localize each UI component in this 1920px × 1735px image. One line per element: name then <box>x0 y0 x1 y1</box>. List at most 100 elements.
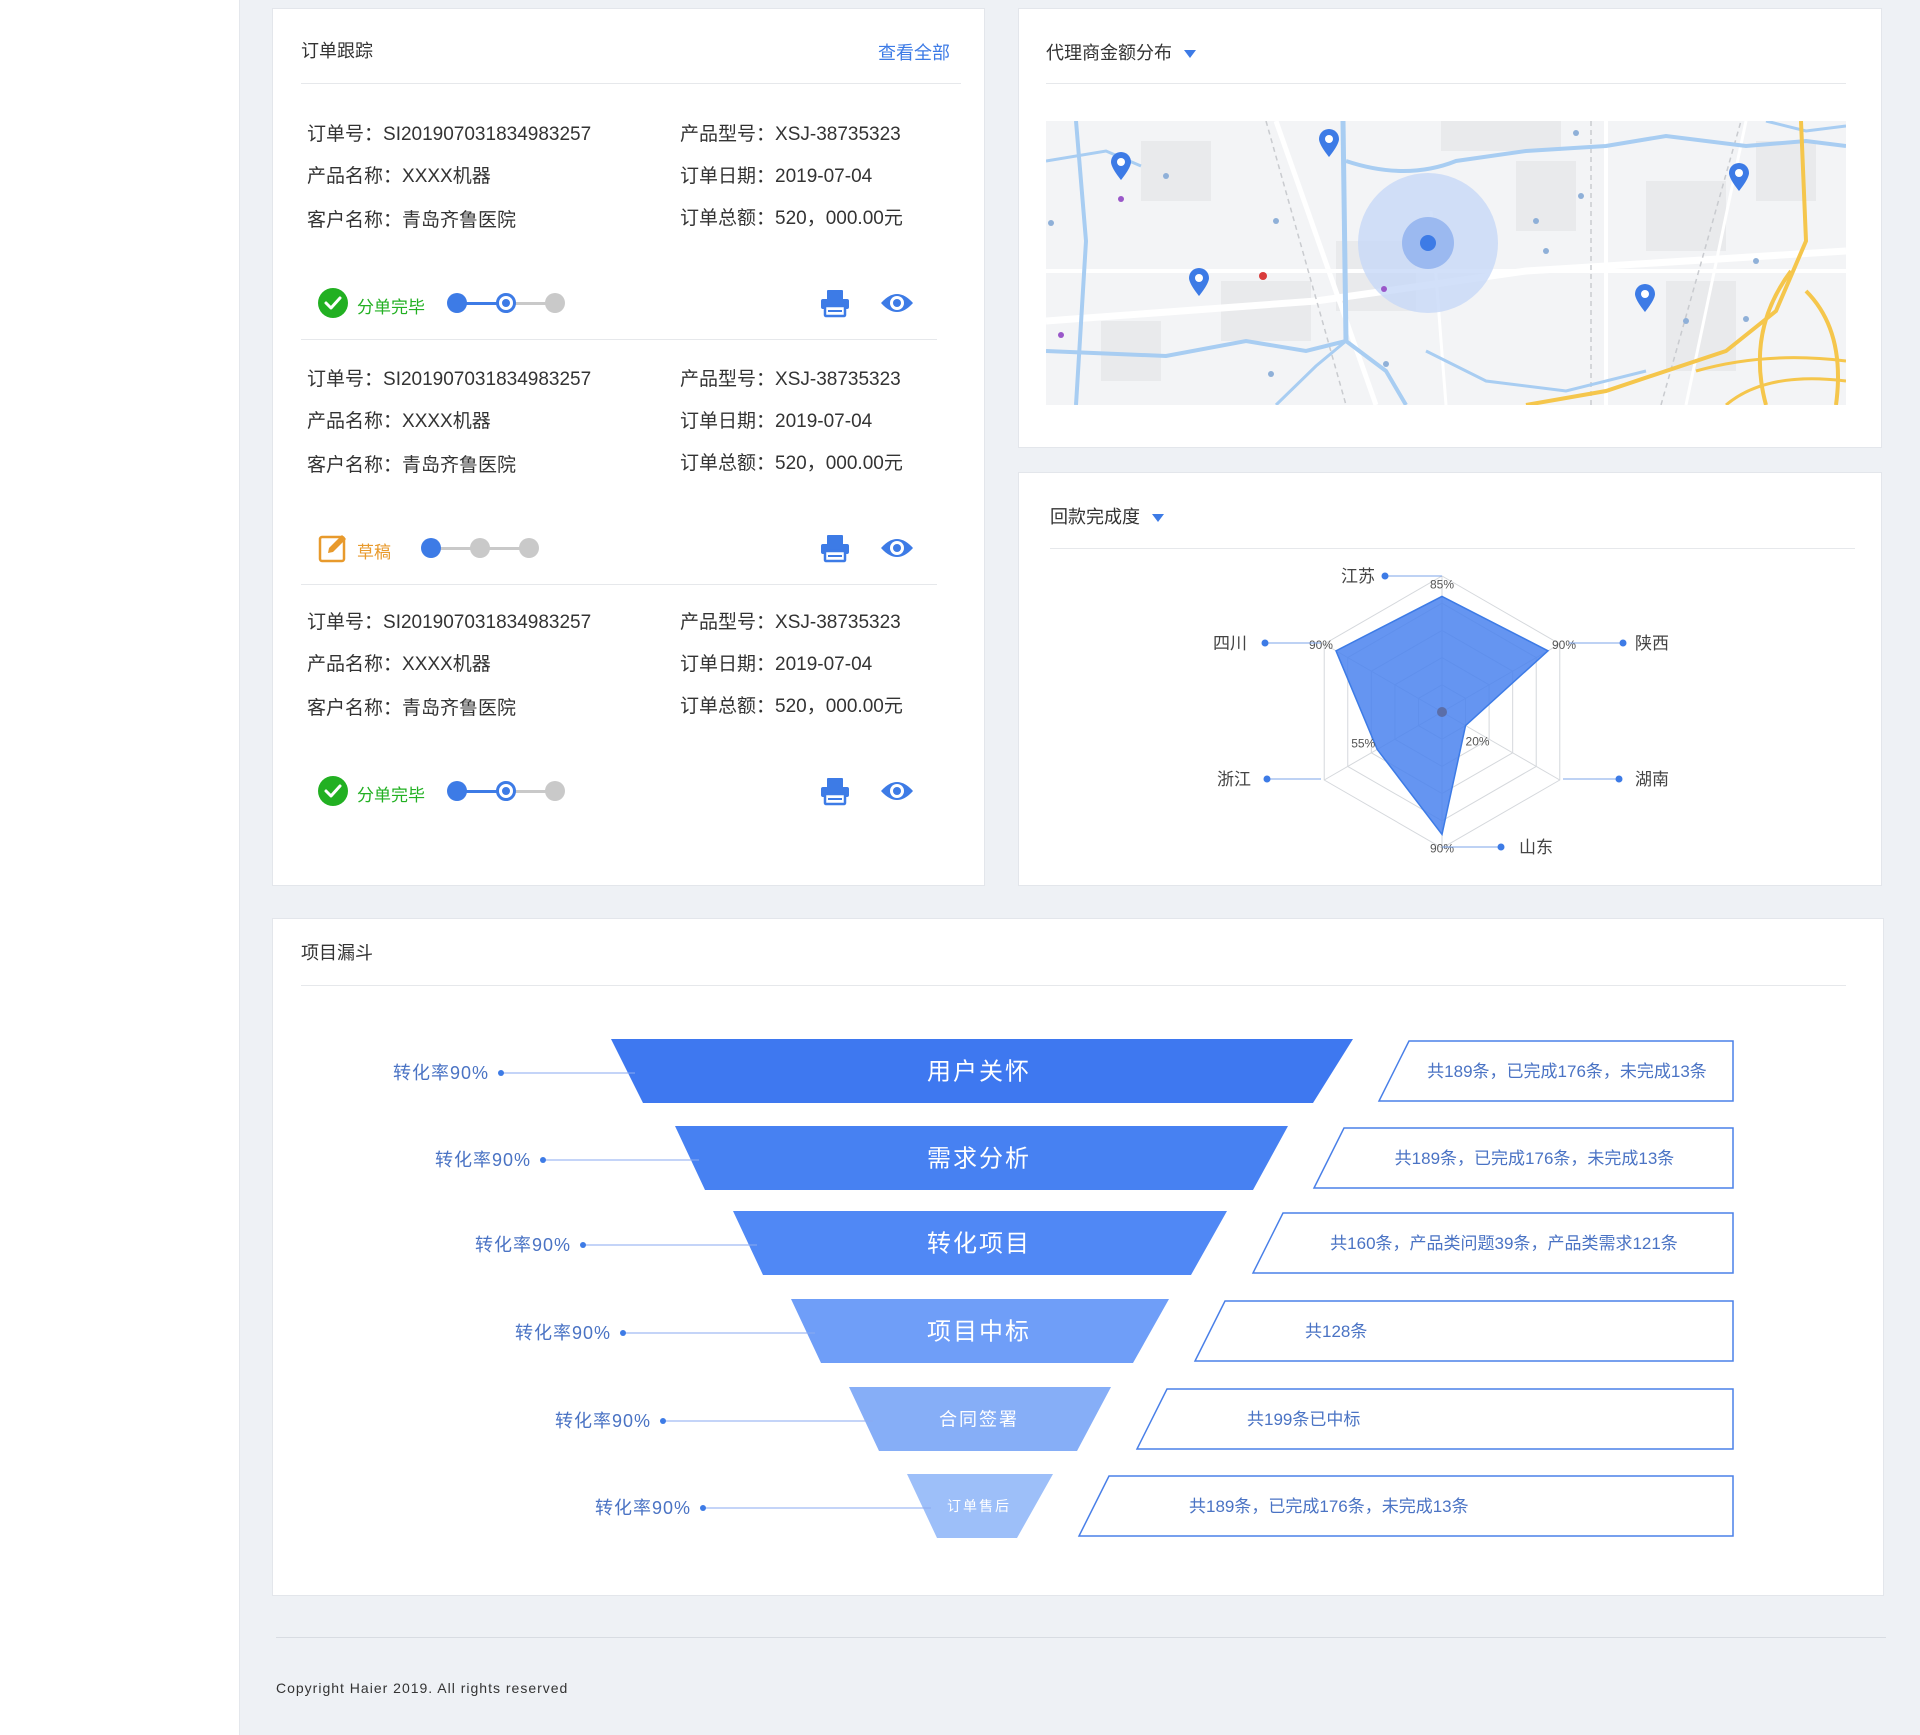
product-name-label: 产品名称： <box>307 411 403 432</box>
order-total-label: 订单总额： <box>680 453 776 474</box>
customer-name-field: 客户名称：青岛齐鲁医院 <box>307 450 516 477</box>
map-pin-icon[interactable] <box>1187 267 1211 297</box>
check-circle-icon <box>317 775 349 807</box>
divider <box>1046 83 1846 84</box>
radar-axis-label: 浙江 <box>1217 770 1251 789</box>
radar-value-label: 85% <box>1430 577 1454 591</box>
eye-icon[interactable] <box>879 287 915 324</box>
radar-label-dot <box>1261 639 1269 647</box>
progress-step <box>447 781 467 801</box>
order-total-label: 订单总额： <box>680 696 776 717</box>
radar-label-dot <box>1615 775 1623 783</box>
order-divider <box>301 339 937 340</box>
divider <box>301 83 961 84</box>
order-date-label: 订单日期： <box>680 166 776 187</box>
conversion-rate-label: 转化率90% <box>393 1063 489 1083</box>
printer-icon[interactable] <box>819 287 851 324</box>
order-number-value: SI201907031834983257 <box>383 369 592 390</box>
radar-label-dot <box>1497 843 1505 851</box>
order-date-field: 订单日期：2019-07-04 <box>680 649 872 676</box>
product-model-label: 产品型号： <box>680 124 776 145</box>
printer-icon[interactable] <box>819 775 851 812</box>
funnel-stage-label: 合同签署 <box>939 1409 1019 1429</box>
order-number-label: 订单号： <box>307 124 384 145</box>
view-all-link[interactable]: 查看全部 <box>878 39 950 65</box>
progress-step <box>545 293 565 313</box>
order-tracking-title: 订单跟踪 <box>301 41 373 61</box>
printer-icon[interactable] <box>819 532 851 569</box>
funnel-description-box <box>1193 1300 1734 1362</box>
progress-step <box>470 538 490 558</box>
order-number-value: SI201907031834983257 <box>383 612 592 633</box>
payment-completion-card: 回款完成度 85% 90% 20% 90% 55% 90% 江苏 陕西 湖南 山东 浙江 四川 <box>1018 472 1882 886</box>
order-number-field: 订单号：SI201907031834983257 <box>307 607 591 634</box>
agent-distribution-label: 代理商金额分布 <box>1046 43 1172 63</box>
product-model-field: 产品型号：XSJ-38735323 <box>680 607 901 634</box>
funnel-stage-label: 转化项目 <box>927 1231 1031 1258</box>
progress-step <box>447 293 467 313</box>
radar-axis-label: 湖南 <box>1635 770 1669 789</box>
product-name-value: XXXX机器 <box>402 654 491 675</box>
order-number-field: 订单号：SI201907031834983257 <box>307 364 591 391</box>
order-number-field: 订单号：SI201907031834983257 <box>307 119 591 146</box>
funnel-description: 共160条，产品类问题39条，产品类需求121条 <box>1330 1234 1678 1253</box>
radar-axis-label: 四川 <box>1213 634 1247 653</box>
funnel-connector-dot <box>540 1157 546 1163</box>
conversion-rate-label: 转化率90% <box>595 1498 691 1518</box>
customer-name-label: 客户名称： <box>307 210 403 231</box>
product-name-field: 产品名称：XXXX机器 <box>307 406 491 433</box>
progress-step <box>496 293 516 313</box>
conversion-rate-label: 转化率90% <box>515 1323 611 1343</box>
order-total-value: 520，000.00元 <box>775 696 903 717</box>
product-name-value: XXXX机器 <box>402 411 491 432</box>
copyright: Copyright Haier 2019. All rights reserve… <box>276 1680 569 1696</box>
radar-value-label: 55% <box>1351 736 1375 750</box>
map-pin-icon[interactable] <box>1633 283 1657 313</box>
radar-center <box>1437 707 1447 717</box>
map-pin-icon[interactable] <box>1317 128 1341 158</box>
radar-label-dot <box>1381 572 1389 580</box>
map-pin-icon[interactable] <box>1727 162 1751 192</box>
radar-label-dot <box>1263 775 1271 783</box>
radar-value-label: 90% <box>1552 638 1576 652</box>
conversion-rate-label: 转化率90% <box>555 1411 651 1431</box>
customer-name-field: 客户名称：青岛齐鲁医院 <box>307 693 516 720</box>
radar-chart: 85% 90% 20% 90% 55% 90% 江苏陕西湖南山东 浙江 四川 <box>1213 567 1669 857</box>
product-name-field: 产品名称：XXXX机器 <box>307 649 491 676</box>
order-date-field: 订单日期：2019-07-04 <box>680 406 872 433</box>
map-pin-icon[interactable] <box>1109 151 1133 181</box>
funnel-stage-label: 项目中标 <box>927 1319 1031 1346</box>
radar-axis-label: 陕西 <box>1635 634 1669 653</box>
order-date-value: 2019-07-04 <box>775 411 873 432</box>
product-name-field: 产品名称：XXXX机器 <box>307 161 491 188</box>
eye-icon[interactable] <box>879 775 915 812</box>
conversion-rate-label: 转化率90% <box>435 1150 531 1170</box>
funnel-chart: 用户关怀转化率90% 共189条，已完成176条，未完成13条需求分析转化率90%… <box>393 1039 1734 1538</box>
product-model-value: XSJ-38735323 <box>775 612 901 633</box>
order-total-value: 520，000.00元 <box>775 208 903 229</box>
product-model-field: 产品型号：XSJ-38735323 <box>680 119 901 146</box>
product-name-value: XXXX机器 <box>402 166 491 187</box>
eye-icon[interactable] <box>879 532 915 569</box>
funnel-connector-dot <box>660 1418 666 1424</box>
order-date-label: 订单日期： <box>680 654 776 675</box>
funnel-stage-label: 订单售后 <box>947 1498 1011 1514</box>
radar-value-label: 90% <box>1309 638 1333 652</box>
progress-step <box>545 781 565 801</box>
funnel-connector-dot <box>700 1505 706 1511</box>
order-status: 草稿 <box>357 543 391 562</box>
radar-label-dot <box>1619 639 1627 647</box>
agent-distribution-card: 代理商金额分布 <box>1018 8 1882 448</box>
progress-step <box>519 538 539 558</box>
check-circle-icon <box>317 287 349 319</box>
map[interactable] <box>1046 121 1846 405</box>
product-model-value: XSJ-38735323 <box>775 124 901 145</box>
product-model-label: 产品型号： <box>680 369 776 390</box>
funnel-description: 共189条，已完成176条，未完成13条 <box>1427 1062 1707 1081</box>
funnel-stage-label: 用户关怀 <box>927 1059 1031 1086</box>
project-funnel-card: 项目漏斗 用户关怀 转化率90% 共189条，已完成176条，未完成13条 需求分析转… <box>272 918 1884 1596</box>
order-number-label: 订单号： <box>307 612 384 633</box>
radar-value-label: 20% <box>1466 735 1490 749</box>
order-total-value: 520，000.00元 <box>775 453 903 474</box>
agent-distribution-title[interactable]: 代理商金额分布 <box>1046 39 1196 65</box>
